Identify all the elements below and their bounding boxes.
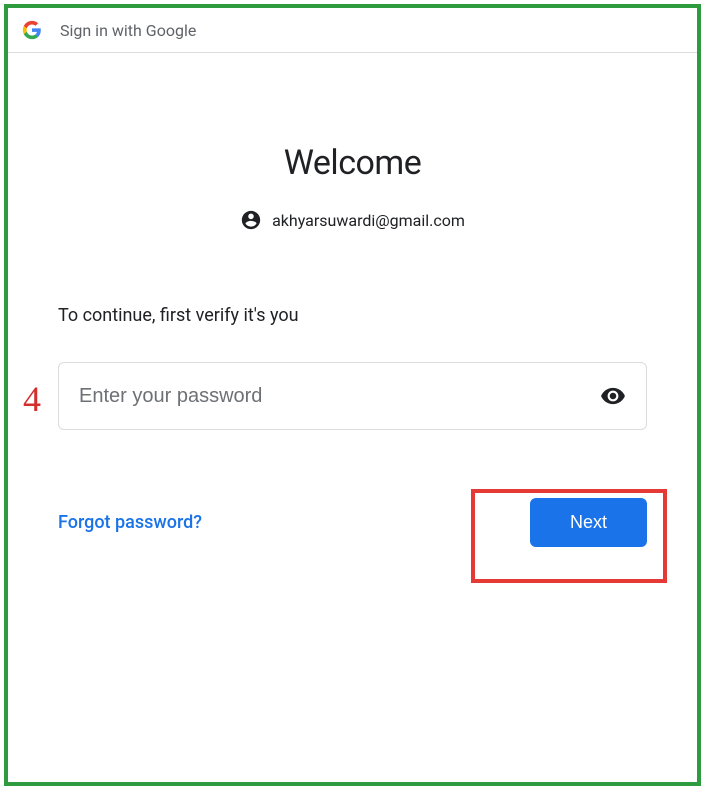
next-button[interactable]: Next [530,498,647,547]
header-title: Sign in with Google [60,21,196,40]
welcome-heading: Welcome [58,143,647,183]
account-chip[interactable]: akhyarsuwardi@gmail.com [58,209,647,231]
actions-row: Forgot password? Next [58,498,647,547]
account-email: akhyarsuwardi@gmail.com [272,211,465,230]
forgot-password-link[interactable]: Forgot password? [58,512,202,533]
google-logo-icon [22,20,42,40]
google-signin-frame: Sign in with Google Welcome akhyarsuward… [4,4,701,786]
show-password-icon[interactable] [600,383,626,409]
main-content: Welcome akhyarsuwardi@gmail.com To conti… [8,53,697,547]
header-bar: Sign in with Google [8,8,697,53]
password-input[interactable] [79,385,600,408]
verify-prompt: To continue, first verify it's you [58,305,647,326]
annotation-step-number: 4 [23,378,41,420]
password-field-container [58,362,647,430]
account-circle-icon [240,209,262,231]
